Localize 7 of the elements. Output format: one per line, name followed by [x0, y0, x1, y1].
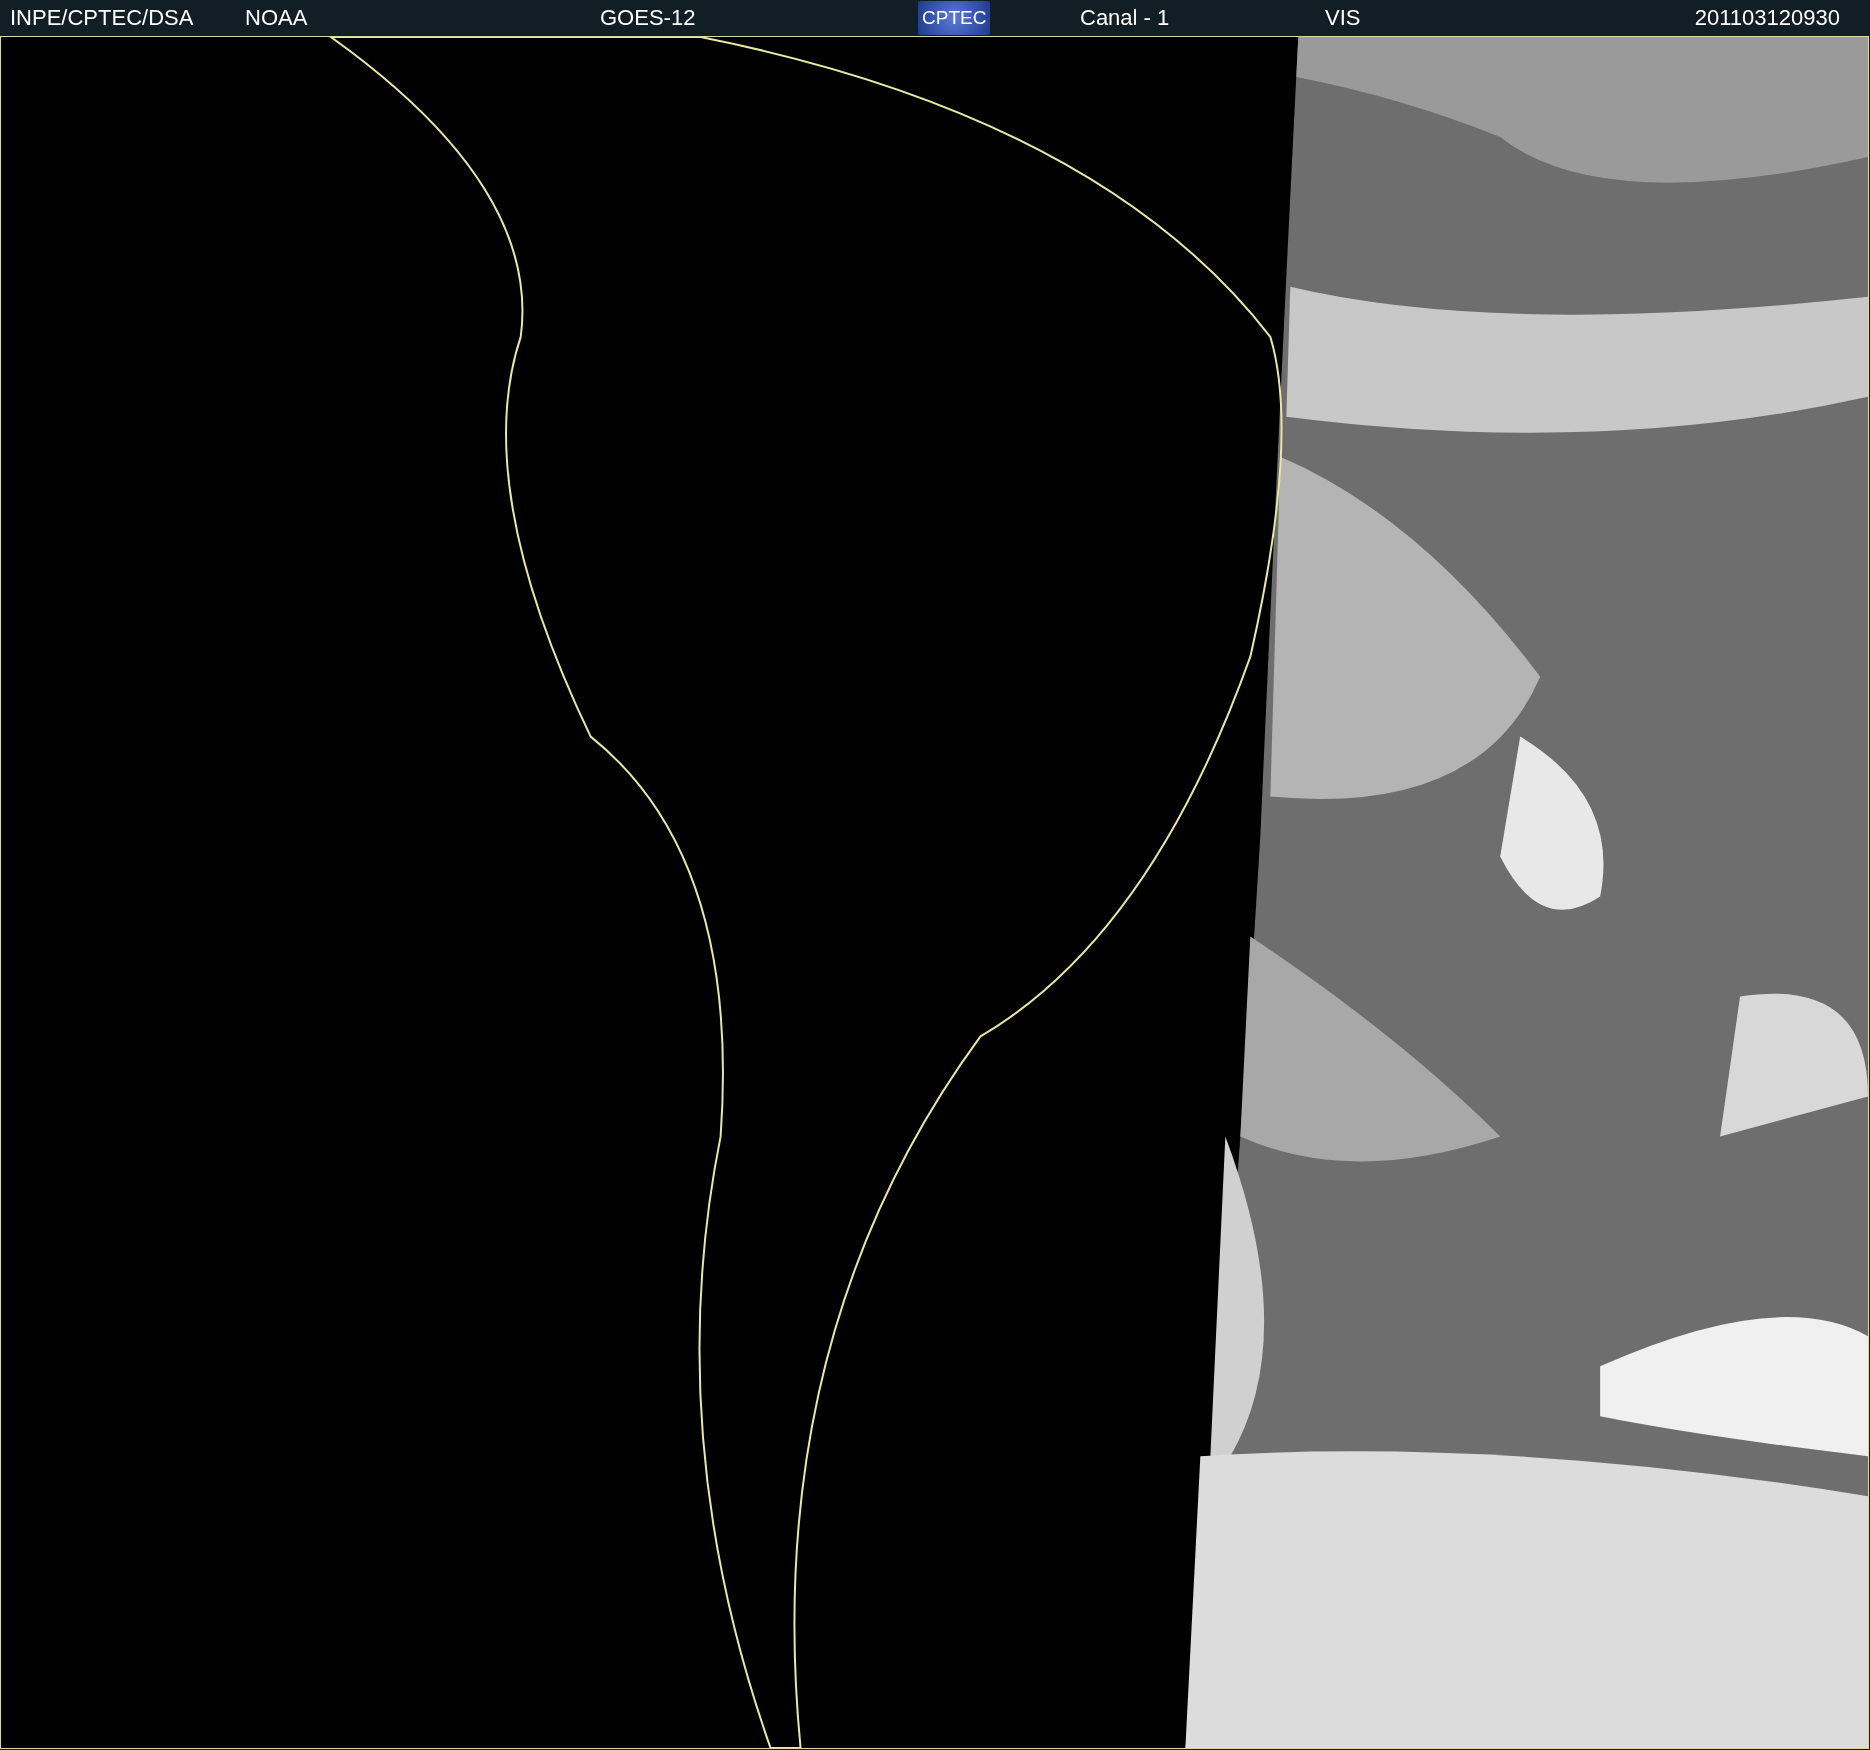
header-label: NOAA [245, 4, 309, 31]
header-label: VIS [1325, 4, 1362, 31]
logo: CPTEC [918, 0, 991, 35]
header-label: Canal - 1 [1080, 4, 1171, 31]
header-label: INPE/CPTEC/DSA [10, 4, 195, 31]
header-label: GOES-12 [600, 4, 697, 31]
header-label: 201103120930 [1694, 4, 1840, 31]
